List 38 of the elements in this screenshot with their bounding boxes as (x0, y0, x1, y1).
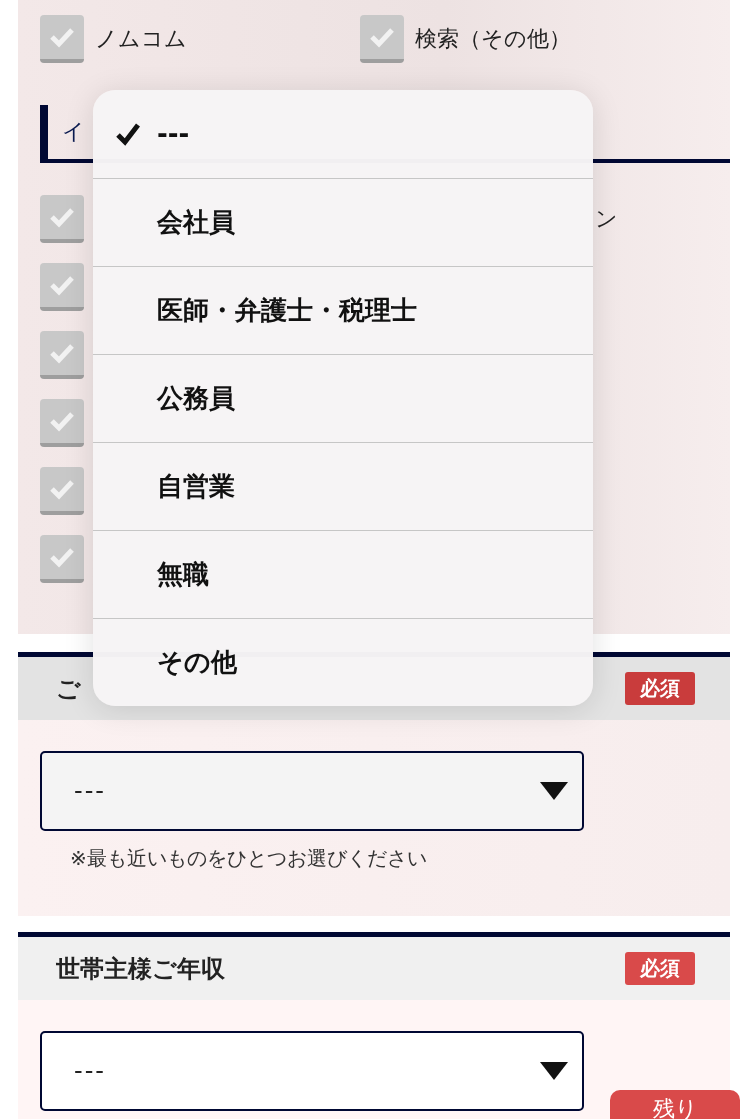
checkmark-icon (369, 26, 395, 48)
checkmark-icon (49, 26, 75, 48)
dropdown-arrow-icon (540, 1062, 568, 1080)
checkbox-label: ノムコム (95, 25, 187, 53)
menu-option[interactable]: 公務員 (93, 354, 593, 442)
checkbox[interactable] (40, 263, 84, 311)
menu-option[interactable]: 自営業 (93, 442, 593, 530)
checkbox[interactable] (40, 535, 84, 583)
section-title: ご (56, 673, 81, 705)
checkbox[interactable] (40, 331, 84, 379)
checkbox-label: 検索（その他） (415, 25, 571, 53)
dropdown-arrow-icon (540, 782, 568, 800)
remaining-button[interactable]: 残り (610, 1090, 740, 1119)
hint-text: ※最も近いものをひとつお選びください (70, 845, 428, 872)
checkmark-icon (49, 206, 75, 228)
checkmark-icon (49, 274, 75, 296)
menu-option[interactable]: 会社員 (93, 178, 593, 266)
checkmark-icon (115, 122, 141, 146)
checkmark-icon (49, 410, 75, 432)
checkbox-label: ン (595, 205, 618, 233)
menu-option[interactable]: その他 (93, 618, 593, 706)
checkbox[interactable] (40, 15, 84, 63)
select-field[interactable]: --- (40, 751, 584, 831)
checkmark-icon (49, 546, 75, 568)
required-badge: 必須 (625, 672, 695, 705)
section-title: 世帯主様ご年収 (56, 953, 225, 985)
subsection-title: イ (61, 118, 85, 146)
checkbox[interactable] (360, 15, 404, 63)
required-badge: 必須 (625, 952, 695, 985)
checkmark-icon (49, 478, 75, 500)
checkbox[interactable] (40, 399, 84, 447)
menu-option[interactable]: 無職 (93, 530, 593, 618)
checkbox[interactable] (40, 467, 84, 515)
select-field[interactable]: --- (40, 1031, 584, 1111)
menu-option[interactable]: 医師・弁護士・税理士 (93, 266, 593, 354)
checkmark-icon (49, 342, 75, 364)
menu-option[interactable]: --- (93, 90, 593, 178)
checkbox[interactable] (40, 195, 84, 243)
